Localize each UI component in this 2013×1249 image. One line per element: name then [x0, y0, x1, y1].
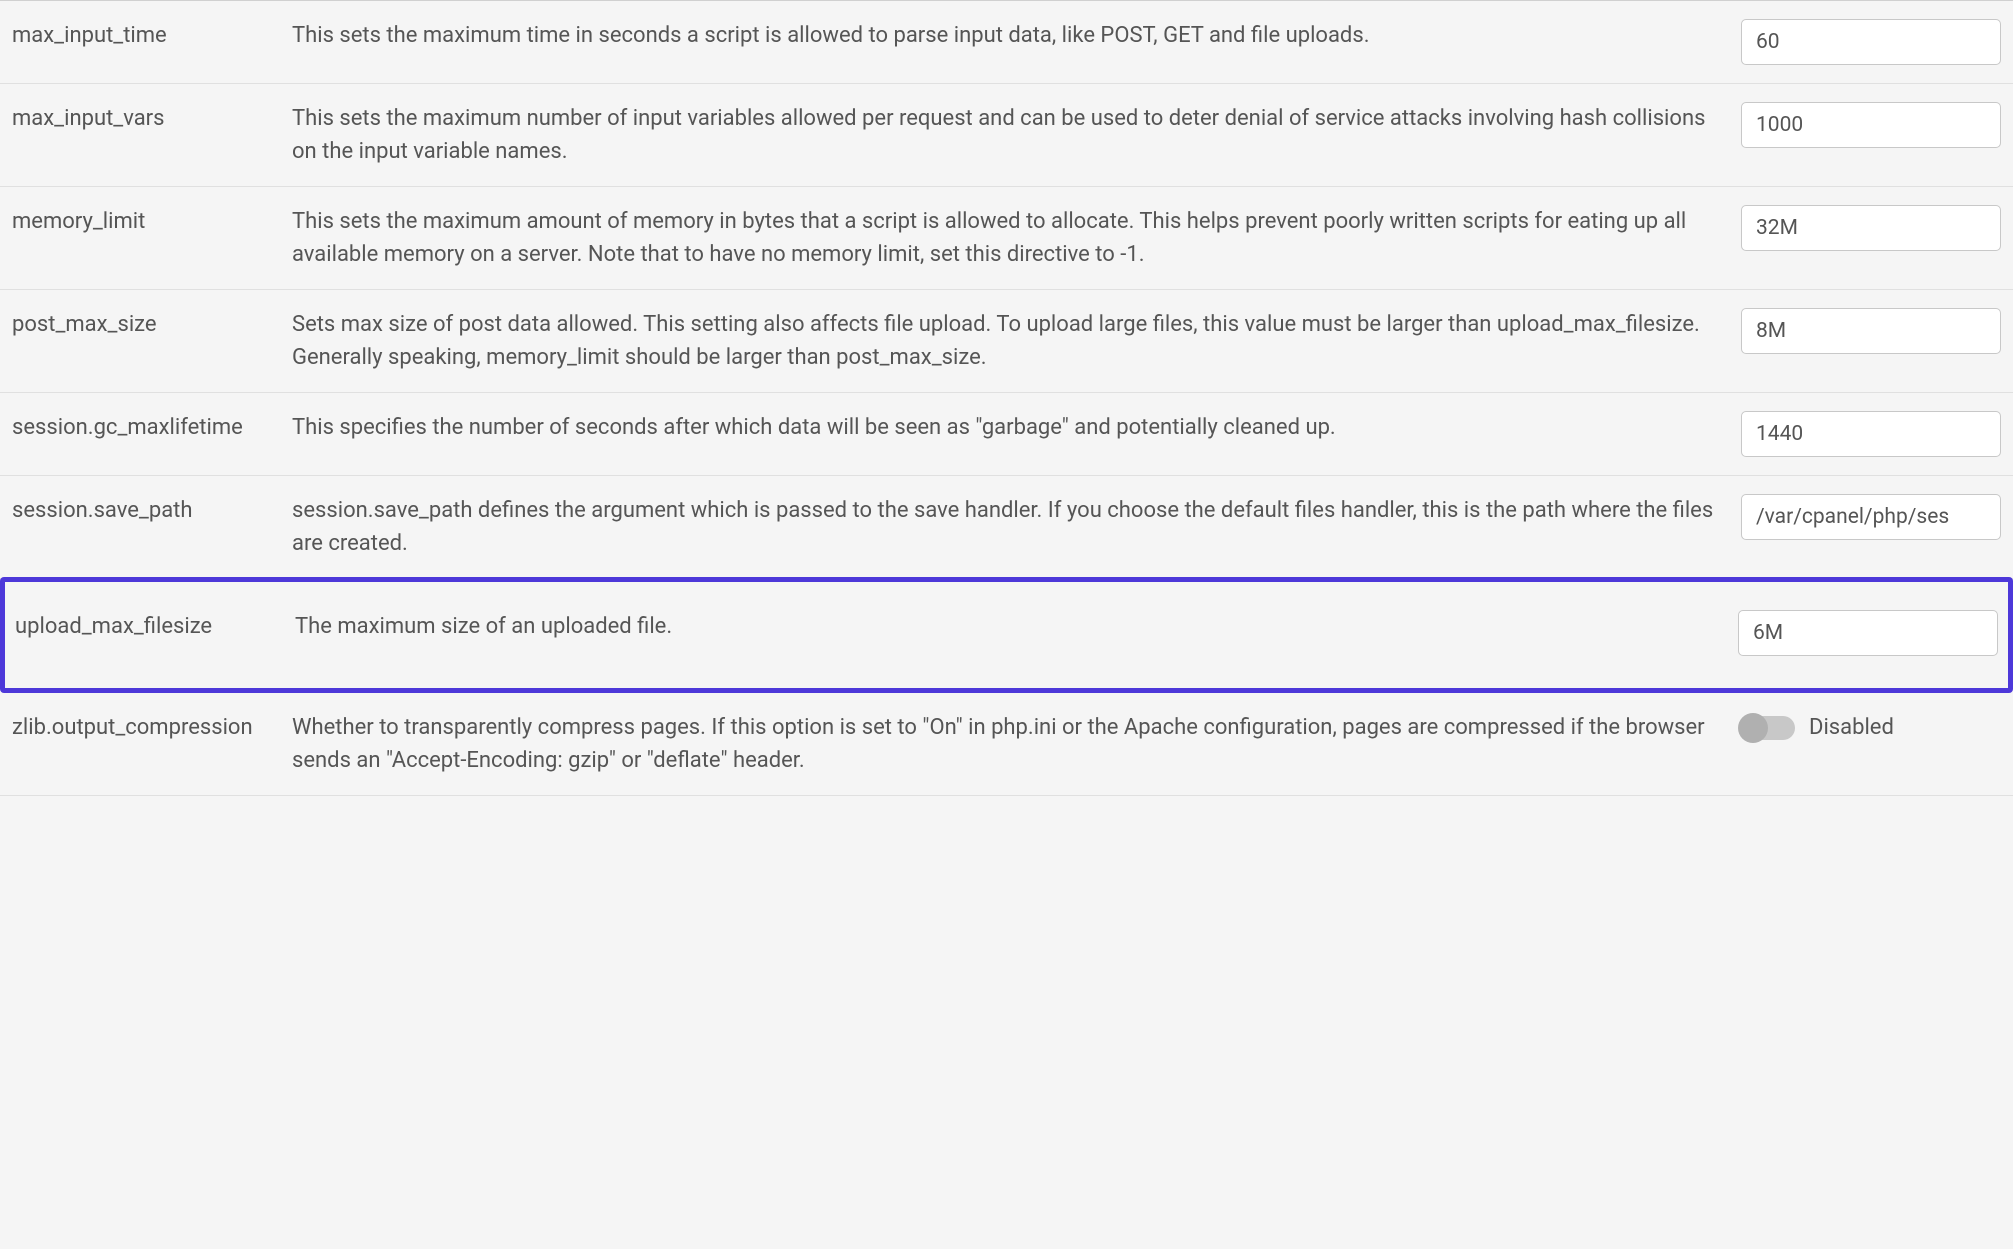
setting-row-upload-max-filesize: upload_max_filesize The maximum size of …	[0, 577, 2013, 693]
setting-name-label: memory_limit	[12, 205, 292, 238]
setting-name-label: max_input_time	[12, 19, 292, 52]
post-max-size-input[interactable]	[1741, 308, 2001, 354]
memory-limit-input[interactable]	[1741, 205, 2001, 251]
setting-description: The maximum size of an uploaded file.	[295, 610, 1738, 643]
setting-control	[1741, 494, 2001, 540]
setting-description: This specifies the number of seconds aft…	[292, 411, 1741, 444]
max-input-time-input[interactable]	[1741, 19, 2001, 65]
toggle-state-label: Disabled	[1809, 711, 1894, 744]
session-gc-maxlifetime-input[interactable]	[1741, 411, 2001, 457]
setting-row-max-input-vars: max_input_vars This sets the maximum num…	[0, 84, 2013, 187]
setting-row-post-max-size: post_max_size Sets max size of post data…	[0, 290, 2013, 393]
setting-name-label: session.save_path	[12, 494, 292, 527]
setting-control	[1741, 205, 2001, 251]
setting-description: session.save_path defines the argument w…	[292, 494, 1741, 560]
setting-control	[1741, 19, 2001, 65]
upload-max-filesize-input[interactable]	[1738, 610, 1998, 656]
setting-control	[1741, 308, 2001, 354]
zlib-output-compression-toggle[interactable]	[1741, 716, 1795, 740]
setting-control: Disabled	[1741, 711, 2001, 744]
setting-control	[1741, 411, 2001, 457]
setting-row-session-save-path: session.save_path session.save_path defi…	[0, 476, 2013, 579]
setting-name-label: zlib.output_compression	[12, 711, 292, 744]
setting-control	[1741, 102, 2001, 148]
setting-description: This sets the maximum time in seconds a …	[292, 19, 1741, 52]
toggle-knob-icon	[1738, 713, 1768, 743]
setting-row-zlib-output-compression: zlib.output_compression Whether to trans…	[0, 693, 2013, 796]
setting-name-label: max_input_vars	[12, 102, 292, 135]
setting-row-max-input-time: max_input_time This sets the maximum tim…	[0, 1, 2013, 84]
setting-row-session-gc-maxlifetime: session.gc_maxlifetime This specifies th…	[0, 393, 2013, 476]
session-save-path-input[interactable]	[1741, 494, 2001, 540]
setting-row-memory-limit: memory_limit This sets the maximum amoun…	[0, 187, 2013, 290]
setting-name-label: upload_max_filesize	[15, 610, 295, 643]
setting-description: This sets the maximum number of input va…	[292, 102, 1741, 168]
setting-description: Whether to transparently compress pages.…	[292, 711, 1741, 777]
setting-control	[1738, 610, 1998, 656]
setting-description: Sets max size of post data allowed. This…	[292, 308, 1741, 374]
setting-name-label: post_max_size	[12, 308, 292, 341]
setting-description: This sets the maximum amount of memory i…	[292, 205, 1741, 271]
setting-name-label: session.gc_maxlifetime	[12, 411, 292, 444]
max-input-vars-input[interactable]	[1741, 102, 2001, 148]
php-settings-table: max_input_time This sets the maximum tim…	[0, 0, 2013, 796]
toggle-wrap: Disabled	[1741, 711, 1894, 744]
